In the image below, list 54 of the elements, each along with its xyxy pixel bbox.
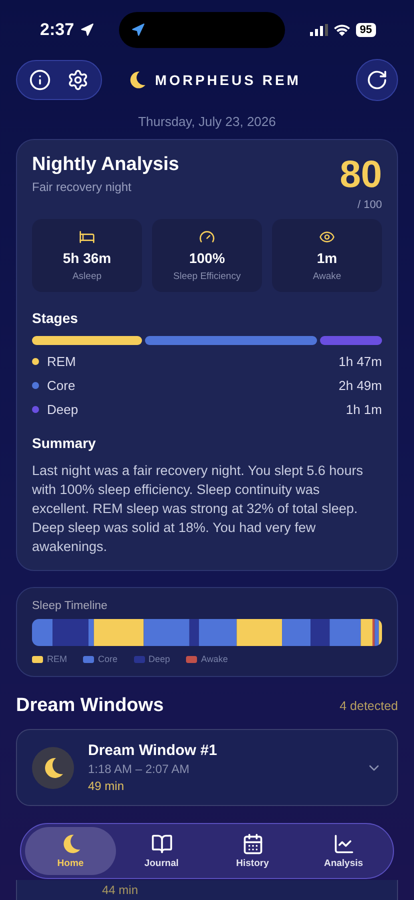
dream-window-title: Dream Window #1 <box>88 742 218 759</box>
navigation-icon <box>130 23 145 37</box>
stage-duration: 1h 1m <box>346 402 382 417</box>
bed-icon <box>79 229 95 245</box>
section-title: Stages <box>32 310 79 326</box>
refresh-button[interactable] <box>356 59 398 101</box>
summary-text: Last night was a fair recovery night. You slept 5.6 hours with 100% sleep efficiency. Sleep continuity was excellent. REM sleep was strong at 32% of total sleep. Deep sleep was solid at 18%. You had very few awakenings. <box>32 462 364 556</box>
detected-count: 4 detected <box>340 699 398 713</box>
info-icon[interactable] <box>29 69 51 91</box>
battery-level: 95 <box>356 23 376 37</box>
settings-icon[interactable] <box>67 69 89 91</box>
refresh-icon <box>366 69 388 91</box>
metric-value: 100% <box>189 250 225 266</box>
stage-name: REM <box>47 354 77 369</box>
section-title: Summary <box>32 435 97 451</box>
book-icon <box>150 833 172 855</box>
status-time: 2:37 <box>40 20 74 40</box>
legend-label: Deep <box>148 654 170 664</box>
card-title: Nightly Analysis <box>32 154 180 176</box>
timeline-title: Sleep Timeline <box>32 600 108 612</box>
score-max: / 100 <box>356 199 382 211</box>
tab[interactable]: Journal <box>116 827 207 875</box>
dream-window-card[interactable]: Dream Window #1 1:18 AM – 2:07 AM 49 min <box>16 729 398 806</box>
date-label: Thursday, July 23, 2026 <box>137 114 277 129</box>
metric-value: 5h 36m <box>62 250 112 266</box>
chart-icon <box>332 833 354 855</box>
card-subtitle: Fair recovery night <box>32 180 132 194</box>
dream-window-duration: 49 min <box>88 779 126 793</box>
legend-label: Awake <box>201 654 228 664</box>
metric-label: Awake <box>312 271 342 282</box>
calendar-icon <box>242 833 264 855</box>
stage-name: Core <box>47 378 76 393</box>
tab[interactable]: History <box>207 827 298 875</box>
tab[interactable]: Home <box>25 827 116 875</box>
signal-icon <box>310 24 328 36</box>
location-icon <box>80 23 94 37</box>
legend-label: Core <box>98 654 118 664</box>
eye-icon <box>319 229 335 245</box>
metric-label: Asleep <box>72 271 102 282</box>
dream-window-time: 1:18 AM – 2:07 AM <box>88 762 190 776</box>
stage-name: Deep <box>47 402 80 417</box>
wifi-icon <box>334 24 350 36</box>
sleep-score: 80 <box>340 154 382 197</box>
dream-window-duration: 44 min <box>102 883 138 897</box>
gauge-icon <box>199 229 215 245</box>
app-title: MORPHEUS REM <box>155 72 301 88</box>
dream-window-card[interactable]: 44 min <box>16 880 398 900</box>
stage-duration: 1h 47m <box>338 354 382 369</box>
legend-label: REM <box>47 654 67 664</box>
metric-label: Sleep Efficiency <box>173 271 241 282</box>
stage-duration: 2h 49m <box>338 378 382 393</box>
tab[interactable]: Analysis <box>298 827 389 875</box>
metric-value: 1m <box>316 250 338 266</box>
section-title: Dream Windows <box>16 695 164 717</box>
